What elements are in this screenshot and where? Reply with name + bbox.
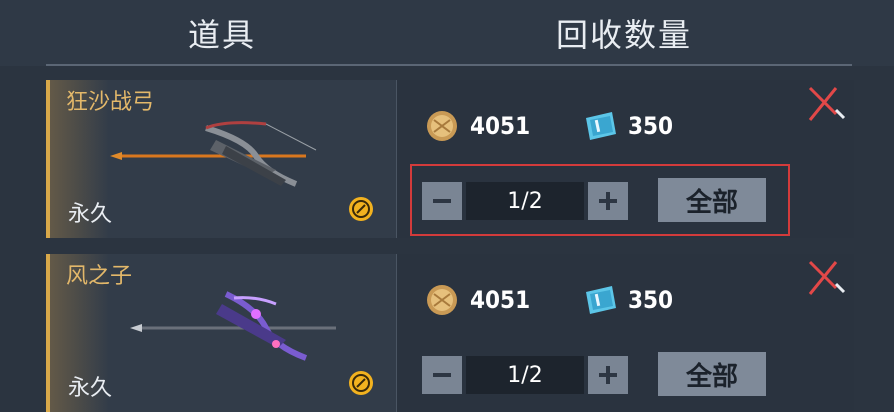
- ticket-icon: [586, 112, 616, 140]
- cell-divider: [396, 80, 397, 238]
- coin-reward: 4051: [424, 106, 530, 146]
- item-row: 风之子 永久 4051 350 1/2 全部: [46, 254, 854, 412]
- quantity-highlight-box: [410, 164, 790, 236]
- bow-weapon-icon: [130, 291, 336, 361]
- table-header: 道具 回收数量: [0, 0, 894, 66]
- coin-reward: 4051: [424, 280, 530, 320]
- rarity-strip: [46, 254, 50, 412]
- ticket-value: 350: [628, 286, 674, 314]
- quantity-value[interactable]: 1/2: [466, 356, 584, 394]
- item-cell: 风之子 永久: [46, 254, 396, 412]
- column-title-quantity: 回收数量: [556, 16, 693, 54]
- item-cell: 狂沙战弓 永久: [46, 80, 396, 238]
- ticket-value: 350: [628, 112, 674, 140]
- ticket-reward: 350: [582, 280, 673, 320]
- column-title-item: 道具: [188, 16, 257, 54]
- bow-weapon-icon: [110, 121, 317, 187]
- item-duration: 永久: [68, 202, 113, 227]
- recycle-panel: 道具 回收数量 狂沙战弓 永久 4051 350 1/2 全部 风之子 永久 4…: [0, 0, 894, 412]
- ticket-icon: [586, 286, 616, 314]
- rarity-strip: [46, 80, 50, 238]
- gold-coin-icon: [427, 111, 457, 141]
- coin-value: 4051: [470, 286, 531, 314]
- ticket-reward: 350: [582, 106, 673, 146]
- remove-icon[interactable]: [806, 84, 848, 124]
- decrease-button[interactable]: [422, 356, 462, 394]
- cell-divider: [396, 254, 397, 412]
- coin-badge-icon: [349, 197, 373, 221]
- minus-icon: [433, 373, 451, 377]
- quantity-stepper: 1/2 全部: [422, 350, 766, 400]
- remove-icon[interactable]: [806, 258, 848, 298]
- item-duration: 永久: [68, 376, 113, 401]
- coin-value: 4051: [470, 112, 531, 140]
- header-divider: [46, 64, 852, 66]
- gold-coin-icon: [427, 285, 457, 315]
- select-all-button[interactable]: 全部: [658, 352, 766, 396]
- increase-button[interactable]: [588, 356, 628, 394]
- coin-badge-icon: [349, 371, 373, 395]
